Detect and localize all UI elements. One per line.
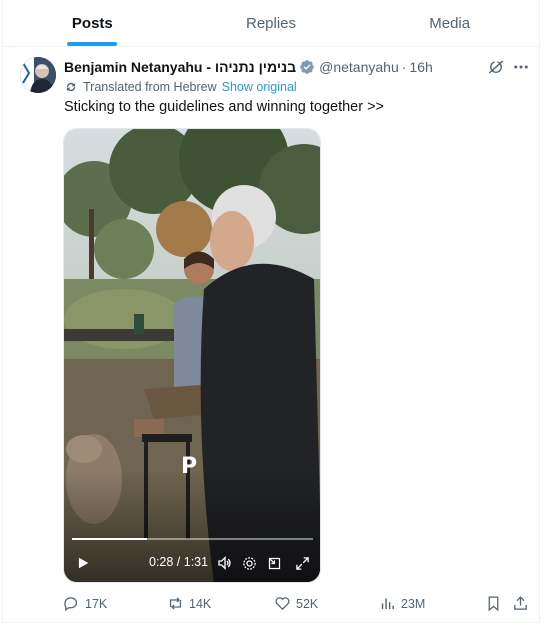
- tab-posts[interactable]: Posts: [3, 0, 182, 46]
- tab-media[interactable]: Media: [360, 0, 539, 46]
- tab-posts-label: Posts: [71, 14, 113, 32]
- translate-icon: [66, 82, 76, 92]
- video-progress-bar[interactable]: [72, 538, 313, 540]
- view-count: 23M: [401, 596, 426, 611]
- video-progress-fill: [72, 538, 147, 540]
- like-count: 52K: [296, 596, 319, 611]
- reply-button[interactable]: 17K: [63, 595, 107, 612]
- repost-button[interactable]: 14K: [167, 595, 211, 612]
- picture-in-picture-icon[interactable]: [265, 551, 283, 575]
- video-player[interactable]: P 0:28 / 1:31: [63, 128, 321, 583]
- grok-icon[interactable]: [487, 58, 505, 76]
- bookmark-button[interactable]: [485, 595, 507, 612]
- post-header: Benjamin Netanyahu - בנימין נתניהו @neta…: [64, 58, 433, 76]
- reply-count: 17K: [85, 596, 108, 611]
- video-controls: 0:28 / 1:31: [64, 551, 320, 575]
- avatar[interactable]: [20, 57, 56, 93]
- tab-media-label: Media: [429, 14, 471, 32]
- settings-icon[interactable]: [240, 551, 258, 575]
- play-icon[interactable]: [74, 551, 92, 575]
- video-frame[interactable]: [64, 129, 321, 583]
- more-options-icon[interactable]: [512, 58, 530, 76]
- repost-icon: [169, 597, 182, 610]
- volume-icon[interactable]: [216, 551, 234, 575]
- tab-replies-label: Replies: [245, 14, 297, 32]
- profile-timeline: Posts Replies Media Benjamin Netanyahu -…: [2, 0, 540, 623]
- video-watermark: P: [181, 454, 198, 479]
- reply-icon: [64, 597, 78, 612]
- fullscreen-icon[interactable]: [293, 551, 311, 575]
- post-time[interactable]: 16h: [409, 59, 432, 75]
- video-time-display: 0:28 / 1:31: [149, 555, 209, 569]
- heart-icon: [275, 597, 290, 611]
- verified-badge-icon[interactable]: [299, 59, 315, 75]
- header-separator: ·: [401, 59, 407, 75]
- profile-tabs: Posts Replies Media: [3, 0, 539, 47]
- translation-notice: Translated from Hebrew Show original: [64, 80, 297, 94]
- views-button[interactable]: 23M: [379, 595, 425, 612]
- share-icon: [514, 596, 527, 610]
- views-chart-icon: [381, 598, 394, 610]
- author-name[interactable]: Benjamin Netanyahu - בנימין נתניהו: [64, 59, 296, 75]
- translated-label: Translated from Hebrew: [83, 80, 217, 94]
- repost-count: 14K: [189, 596, 212, 611]
- like-button[interactable]: 52K: [274, 595, 318, 612]
- share-button[interactable]: [512, 595, 534, 612]
- post-text: Sticking to the guidelines and winning t…: [64, 99, 385, 115]
- tab-replies[interactable]: Replies: [182, 0, 361, 46]
- post-actions: 17K 14K 52K 23M: [63, 595, 533, 615]
- author-handle[interactable]: @netanyahu: [319, 59, 399, 75]
- bookmark-icon: [488, 596, 499, 612]
- show-original-link[interactable]: Show original: [222, 80, 297, 94]
- active-tab-indicator: [67, 42, 118, 46]
